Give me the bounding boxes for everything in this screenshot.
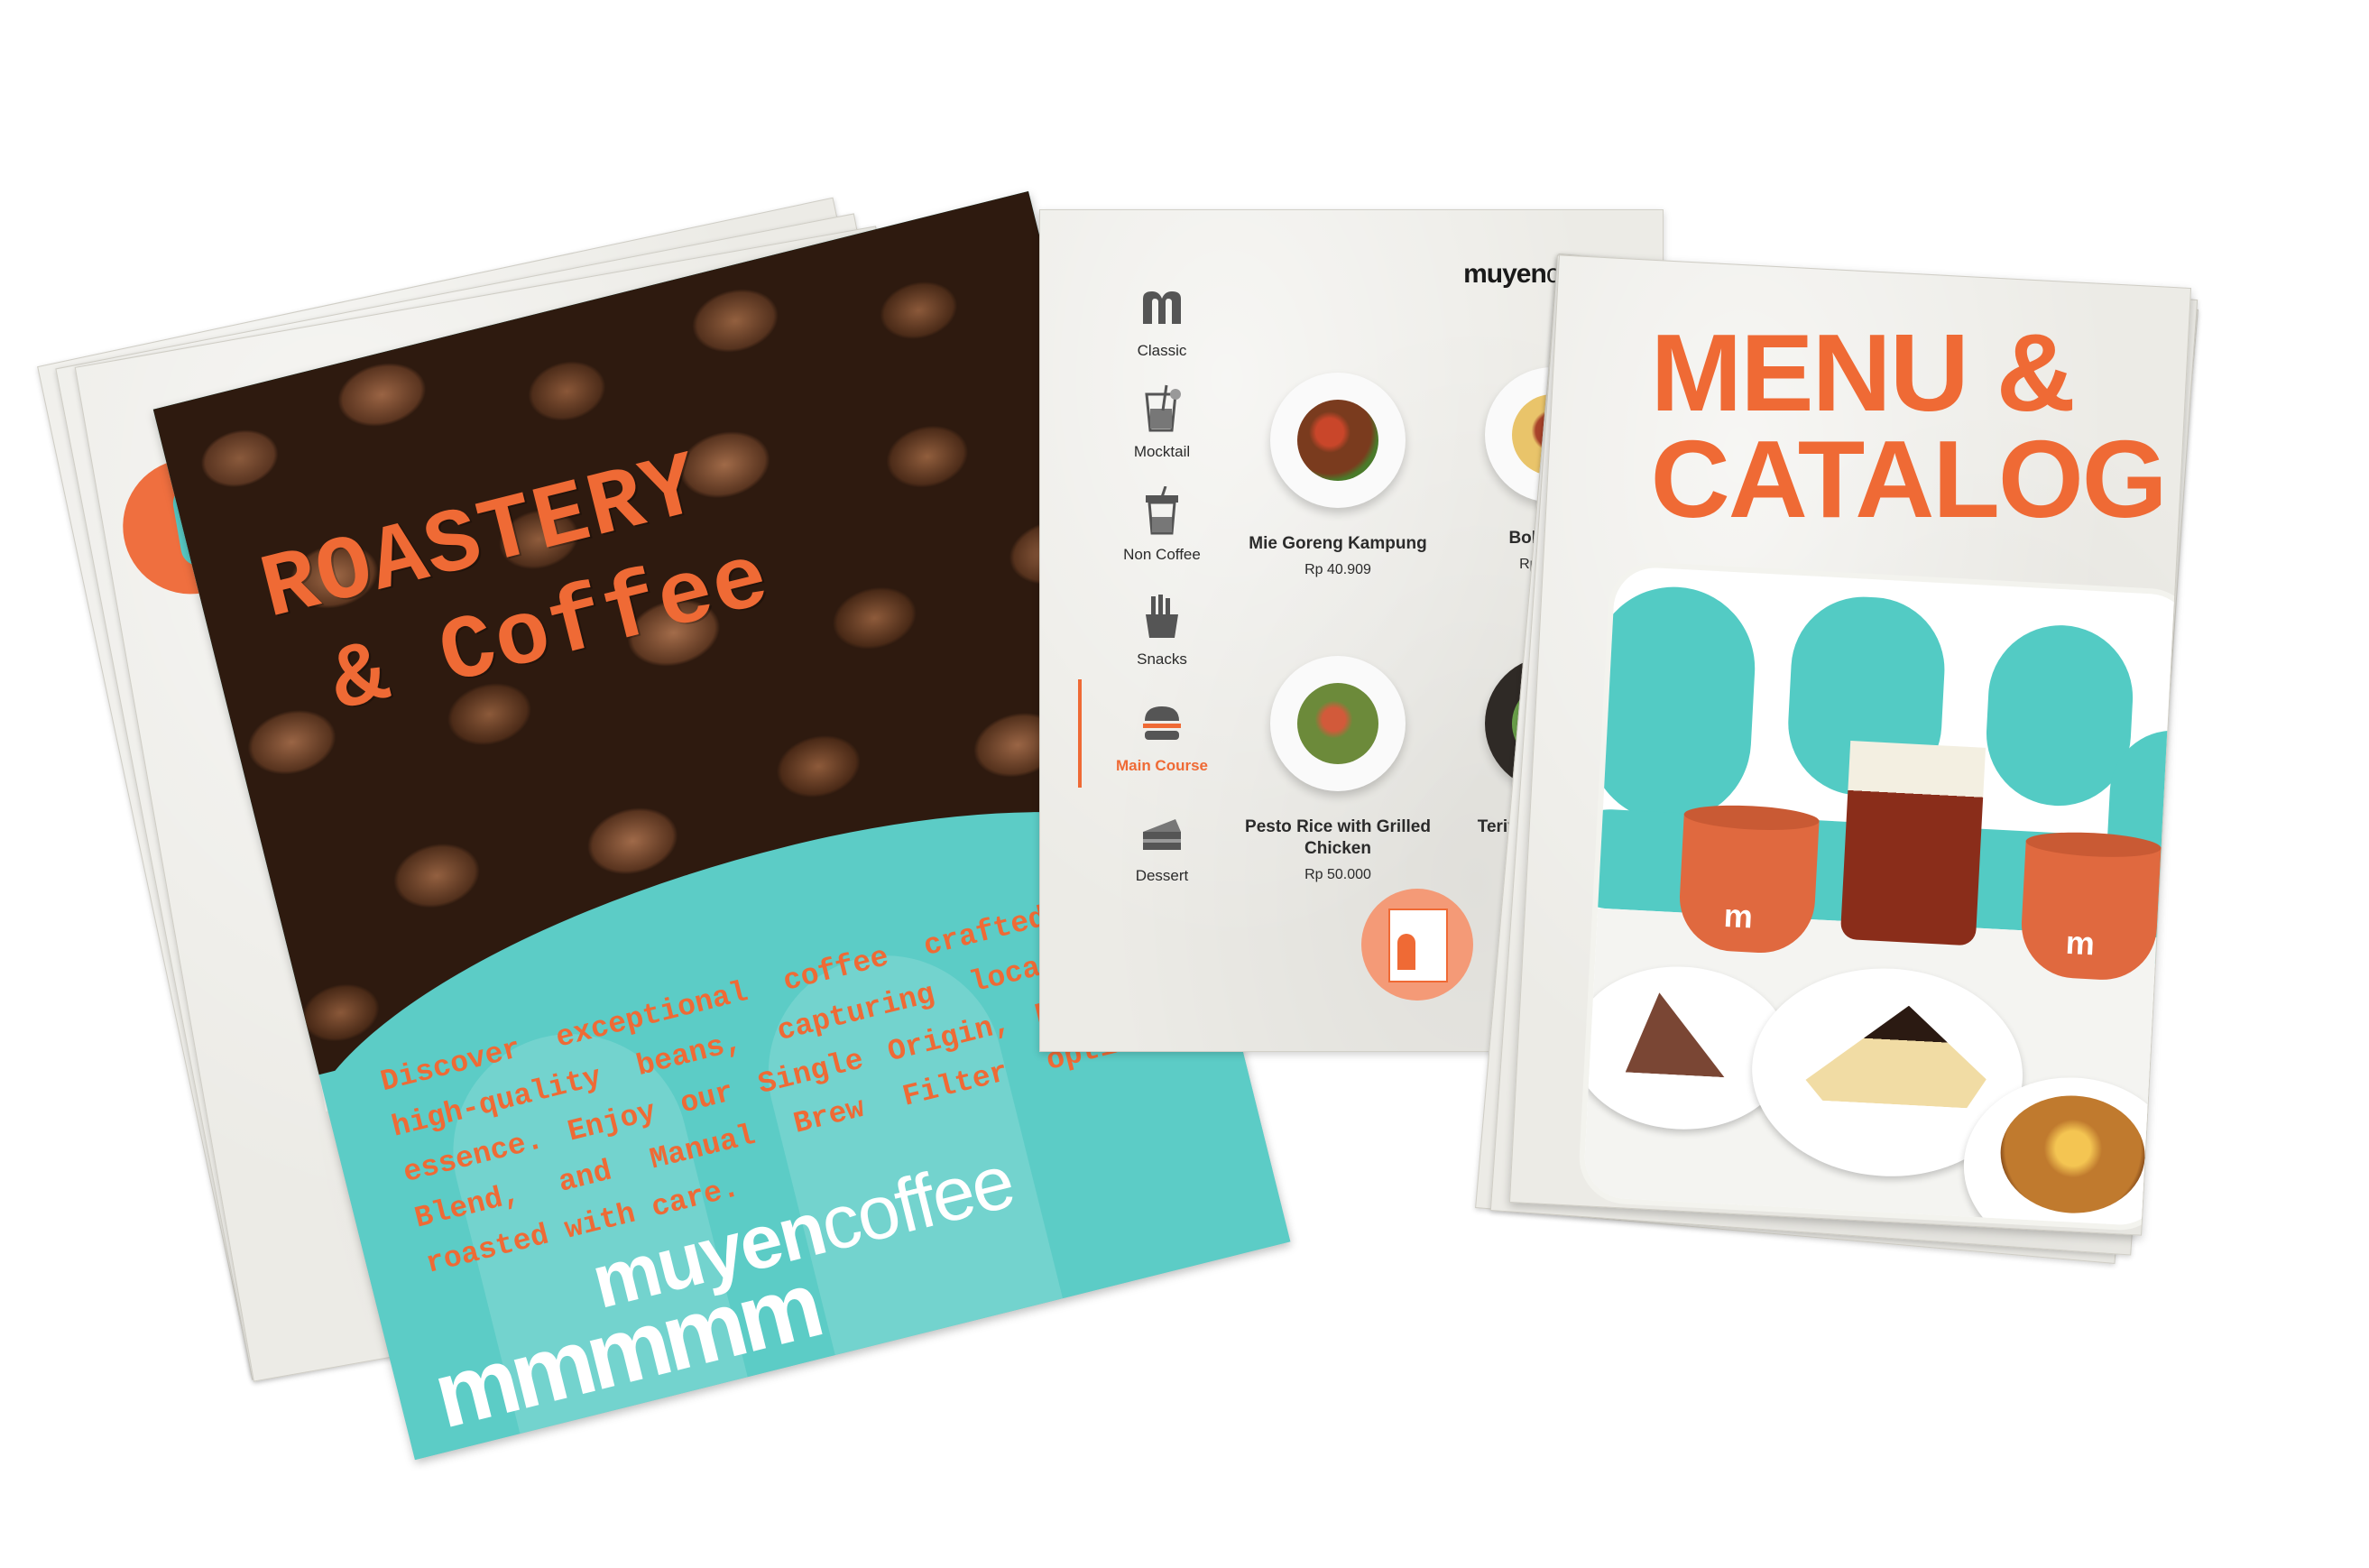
catalog-title-line2: CATALOG — [1650, 417, 2166, 540]
dish-name: Mie Goreng Kampung — [1249, 534, 1427, 553]
dish-card[interactable]: Mie Goreng Kampung Rp 40.909 — [1221, 373, 1455, 578]
iced-drink-glass — [1839, 741, 1986, 946]
dish-card[interactable]: Pesto Rice with Grilled Chicken Rp 50.00… — [1221, 656, 1455, 883]
catalog-title-line1: MENU & — [1650, 310, 2074, 434]
catalog-cover: MENU & CATALOG m m — [1508, 254, 2192, 1236]
dish-photo — [1270, 656, 1406, 791]
dish-name: Pesto Rice with Grilled Chicken — [1245, 817, 1431, 858]
dish-price: Rp 50.000 — [1304, 867, 1371, 882]
dish-price: Rp 40.909 — [1304, 562, 1371, 577]
fries-icon — [1137, 591, 1187, 641]
burger-icon — [1137, 697, 1187, 748]
category-label: Classic — [1137, 342, 1187, 359]
dish-photo — [1270, 373, 1406, 508]
catalog-title: MENU & CATALOG — [1650, 311, 2166, 540]
category-classic[interactable]: Classic — [1076, 282, 1248, 360]
store-badge-icon — [1361, 889, 1473, 1001]
cake-icon — [1137, 807, 1187, 858]
mocktail-glass-icon — [1137, 383, 1187, 434]
cup-icon — [1137, 486, 1187, 537]
m-logo-icon — [1137, 282, 1187, 333]
catalog-cover-photo: m m — [1582, 566, 2192, 1227]
